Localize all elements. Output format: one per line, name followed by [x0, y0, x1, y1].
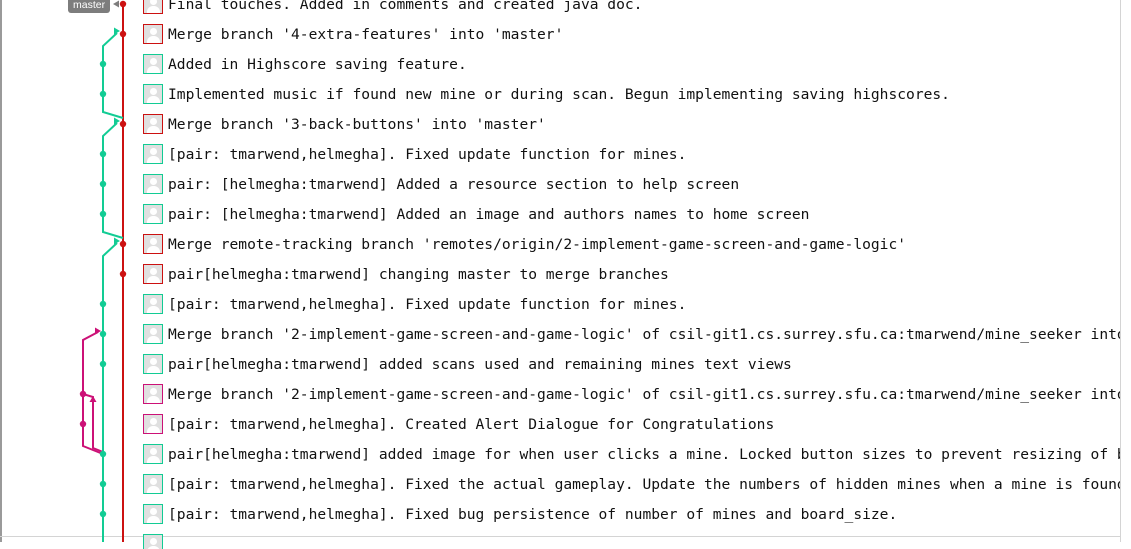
user-avatar-icon [143, 324, 163, 344]
commit-node [99, 150, 107, 158]
user-avatar-icon [143, 114, 163, 134]
commit-message: pair[helmegha:tmarwend] changing master … [168, 265, 669, 283]
user-avatar-icon [143, 204, 163, 224]
user-avatar-icon [143, 384, 163, 404]
user-avatar-icon [143, 174, 163, 194]
commit-message: [pair: tmarwend,helmegha]. Fixed update … [168, 145, 687, 163]
commit-node [99, 60, 107, 68]
user-avatar-icon [143, 84, 163, 104]
scrollbar-gutter [1120, 0, 1121, 542]
commit-message: Merge branch '4-extra-features' into 'ma… [168, 25, 564, 43]
commit-node [99, 330, 107, 338]
feature-lane-line [102, 242, 118, 542]
commit-row[interactable]: Added in Highscore saving feature. [140, 49, 1120, 79]
branch-pointer-arrow [113, 0, 119, 8]
feature-lane-line [102, 32, 124, 119]
commit-message: pair[helmegha:tmarwend] added image for … [168, 445, 1120, 463]
commit-row[interactable]: Merge branch '2-implement-game-screen-an… [140, 379, 1120, 409]
commit-row[interactable] [140, 529, 1120, 549]
user-avatar-icon [143, 264, 163, 284]
commit-message: [pair: tmarwend,helmegha]. Fixed the act… [168, 475, 1120, 493]
commit-row[interactable]: Merge branch '3-back-buttons' into 'mast… [140, 109, 1120, 139]
commit-row[interactable]: Final touches. Added in comments and cre… [140, 0, 1120, 19]
commit-message: Merge branch '2-implement-game-screen-an… [168, 385, 1120, 403]
user-avatar-icon [143, 294, 163, 314]
user-avatar-icon [143, 444, 163, 464]
user-avatar-icon [143, 24, 163, 44]
commit-message: [pair: tmarwend,helmegha]. Fixed bug per… [168, 505, 898, 523]
user-avatar-icon [143, 54, 163, 74]
commit-node [79, 390, 87, 398]
user-avatar-icon [143, 144, 163, 164]
commit-message: Added in Highscore saving feature. [168, 55, 467, 73]
commit-node [119, 120, 127, 128]
commit-message: [pair: tmarwend,helmegha]. Created Alert… [168, 415, 775, 433]
commit-message: pair[helmegha:tmarwend] added scans used… [168, 355, 792, 373]
commit-row[interactable]: pair: [helmegha:tmarwend] Added an image… [140, 199, 1120, 229]
commit-row[interactable]: pair[helmegha:tmarwend] added scans used… [140, 349, 1120, 379]
commit-message: Implemented music if found new mine or d… [168, 85, 950, 103]
commit-row[interactable]: Merge remote-tracking branch 'remotes/or… [140, 229, 1120, 259]
commit-node [99, 90, 107, 98]
commit-row[interactable]: Merge branch '2-implement-game-screen-an… [140, 319, 1120, 349]
commit-message: Merge branch '3-back-buttons' into 'mast… [168, 115, 546, 133]
commit-row[interactable]: [pair: tmarwend,helmegha]. Fixed update … [140, 289, 1120, 319]
commit-node [99, 480, 107, 488]
commit-message: Merge branch '2-implement-game-screen-an… [168, 325, 1120, 343]
commit-node [99, 360, 107, 368]
commit-message: pair: [helmegha:tmarwend] Added an image… [168, 205, 810, 223]
commit-row[interactable]: Implemented music if found new mine or d… [140, 79, 1120, 109]
commit-message: Final touches. Added in comments and cre… [168, 0, 643, 13]
commit-node [119, 30, 127, 38]
user-avatar-icon [143, 354, 163, 374]
commit-node [119, 0, 127, 8]
commit-node [99, 450, 107, 458]
branch-tag-master[interactable]: master [68, 0, 111, 13]
commit-row[interactable]: Merge branch '4-extra-features' into 'ma… [140, 19, 1120, 49]
user-avatar-icon [143, 474, 163, 494]
commit-node [99, 210, 107, 218]
user-avatar-icon [143, 0, 163, 14]
commit-row[interactable]: pair[helmegha:tmarwend] changing master … [140, 259, 1120, 289]
user-avatar-icon [143, 234, 163, 254]
commit-row[interactable]: [pair: tmarwend,helmegha]. Fixed bug per… [140, 499, 1120, 529]
commit-row[interactable]: pair: [helmegha:tmarwend] Added a resour… [140, 169, 1120, 199]
commit-node [119, 270, 127, 278]
commit-message: [pair: tmarwend,helmegha]. Fixed update … [168, 295, 687, 313]
commit-row[interactable]: [pair: tmarwend,helmegha]. Created Alert… [140, 409, 1120, 439]
user-avatar-icon [143, 504, 163, 524]
commit-node [99, 180, 107, 188]
feature-lane-line [102, 122, 124, 239]
user-avatar-icon [143, 414, 163, 434]
commit-row[interactable]: [pair: tmarwend,helmegha]. Fixed the act… [140, 469, 1120, 499]
commit-node [79, 420, 87, 428]
commit-node [99, 300, 107, 308]
commit-graph [79, 0, 127, 542]
commit-row[interactable]: pair[helmegha:tmarwend] added image for … [140, 439, 1120, 469]
commit-message: pair: [helmegha:tmarwend] Added a resour… [168, 175, 740, 193]
commit-row[interactable]: [pair: tmarwend,helmegha]. Fixed update … [140, 139, 1120, 169]
commit-message: Merge remote-tracking branch 'remotes/or… [168, 235, 907, 253]
commit-node [99, 510, 107, 518]
commit-list[interactable]: Final touches. Added in comments and cre… [140, 0, 1120, 549]
commit-node [119, 240, 127, 248]
